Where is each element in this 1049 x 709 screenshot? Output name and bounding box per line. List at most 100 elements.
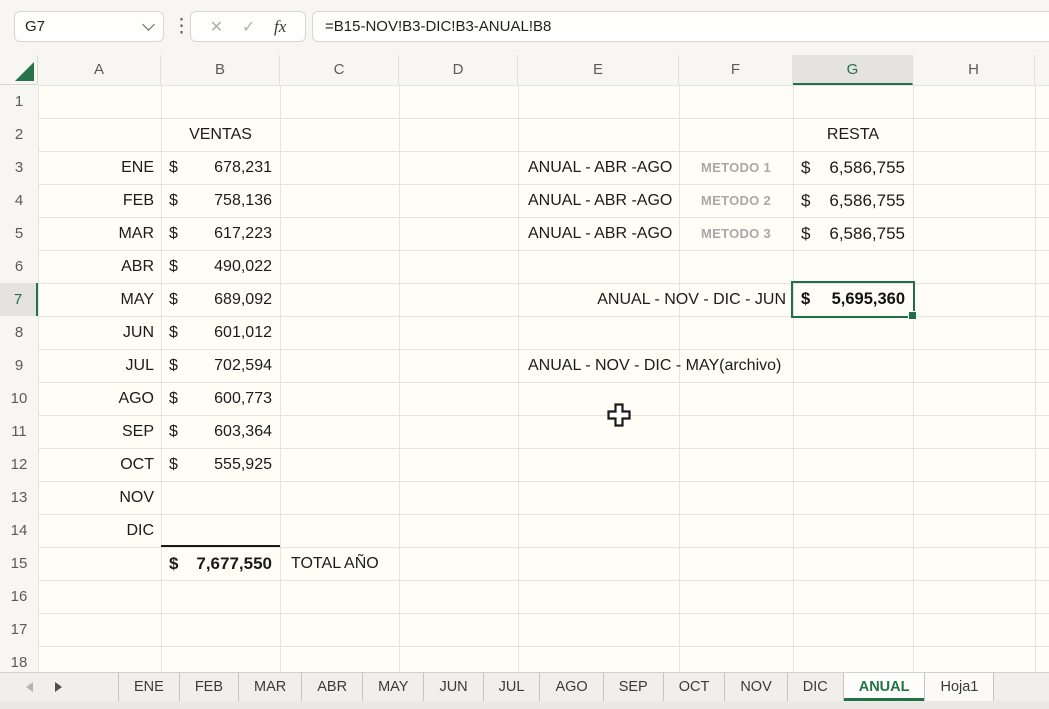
column-header-b[interactable]: B — [161, 55, 280, 85]
column-header-a[interactable]: A — [38, 55, 161, 85]
cell-month-value[interactable]: $600,773 — [161, 382, 280, 415]
row-header-1[interactable]: 1 — [0, 85, 38, 118]
cell-method-label[interactable]: METODO 1 — [679, 151, 793, 184]
row-header-13[interactable]: 13 — [0, 481, 38, 514]
cell-method-value[interactable]: $6,586,755 — [793, 184, 913, 217]
cell-method-value[interactable]: $6,586,755 — [793, 151, 913, 184]
sheet-tab-may[interactable]: MAY — [363, 673, 424, 701]
column-header-d[interactable]: D — [399, 55, 518, 85]
cell-month-label[interactable]: ABR — [38, 250, 161, 283]
cell-month-label[interactable]: MAR — [38, 217, 161, 250]
cell-month-value[interactable]: $603,364 — [161, 415, 280, 448]
currency-symbol: $ — [169, 349, 178, 382]
cell-method-value[interactable]: $6,586,755 — [793, 217, 913, 250]
tab-scroll-left-icon[interactable] — [26, 682, 33, 692]
cell-month-label[interactable]: FEB — [38, 184, 161, 217]
row-header-8[interactable]: 8 — [0, 316, 38, 349]
cancel-icon[interactable]: ✕ — [210, 17, 223, 37]
row-header-4[interactable]: 4 — [0, 184, 38, 217]
grip-dots-icon[interactable]: ⋮ — [172, 14, 191, 40]
sheet-tab-jul[interactable]: JUL — [484, 673, 541, 701]
cell-month-value[interactable]: $689,092 — [161, 283, 280, 316]
cell-month-value[interactable]: $678,231 — [161, 151, 280, 184]
sheet-tab-ene[interactable]: ENE — [118, 673, 180, 701]
row-header-5[interactable]: 5 — [0, 217, 38, 250]
sheet-tab-feb[interactable]: FEB — [180, 673, 239, 701]
cell-month-label[interactable]: ENE — [38, 151, 161, 184]
row-header-18[interactable]: 18 — [0, 646, 38, 672]
row-header-6[interactable]: 6 — [0, 250, 38, 283]
row-header-2[interactable]: 2 — [0, 118, 38, 151]
insert-function-icon[interactable]: fx — [274, 17, 286, 37]
month-value: 617,223 — [214, 217, 272, 250]
cell-month-label[interactable]: SEP — [38, 415, 161, 448]
formula-bar[interactable]: =B15-NOV!B3-DIC!B3-ANUAL!B8 — [312, 11, 1049, 42]
row-header-3[interactable]: 3 — [0, 151, 38, 184]
cell-method-expression[interactable]: ANUAL - ABR -AGO — [523, 217, 693, 250]
cell-resta-header[interactable]: RESTA — [793, 118, 913, 151]
cell-month-value[interactable]: $490,022 — [161, 250, 280, 283]
cell-method-label[interactable]: METODO 3 — [679, 217, 793, 250]
cell-total-label[interactable]: TOTAL AÑO — [286, 547, 456, 580]
cell-month-label[interactable]: OCT — [38, 448, 161, 481]
cell-month-value[interactable]: $601,012 — [161, 316, 280, 349]
cell-month-value[interactable]: $555,925 — [161, 448, 280, 481]
cell-selected-calc-expression[interactable]: ANUAL - NOV - DIC - JUN — [450, 283, 790, 316]
cell-month-value[interactable]: $758,136 — [161, 184, 280, 217]
sheet-tab-label: MAR — [254, 679, 286, 695]
row-header-7[interactable]: 7 — [0, 283, 38, 316]
cell-month-value[interactable]: $702,594 — [161, 349, 280, 382]
cell-month-label[interactable]: MAY — [38, 283, 161, 316]
sheet-tab-label: JUN — [439, 679, 467, 695]
column-header-g[interactable]: G — [793, 55, 913, 85]
tab-scroll-right-icon[interactable] — [55, 682, 62, 692]
cell-method-expression[interactable]: ANUAL - ABR -AGO — [523, 184, 693, 217]
sheet-tab-ago[interactable]: AGO — [540, 673, 603, 701]
cell-month-label[interactable]: AGO — [38, 382, 161, 415]
enter-icon[interactable]: ✓ — [242, 17, 255, 37]
month-label: MAY — [121, 291, 154, 308]
cell-total-value[interactable]: $ 7,677,550 — [161, 547, 280, 580]
row-header-12[interactable]: 12 — [0, 448, 38, 481]
month-label: JUL — [126, 357, 154, 374]
cell-month-label[interactable]: NOV — [38, 481, 161, 514]
row-header-15[interactable]: 15 — [0, 547, 38, 580]
column-header-h[interactable]: H — [913, 55, 1035, 85]
sheet-tab-abr[interactable]: ABR — [302, 673, 363, 701]
selected-cell-g7[interactable]: $ 5,695,360 — [791, 281, 915, 318]
select-all-corner[interactable] — [0, 55, 38, 85]
cell-method-expression[interactable]: ANUAL - ABR -AGO — [523, 151, 693, 184]
row-header-14[interactable]: 14 — [0, 514, 38, 547]
cell-method-label[interactable]: METODO 2 — [679, 184, 793, 217]
cell-month-label[interactable]: JUN — [38, 316, 161, 349]
cell-month-value[interactable] — [161, 514, 280, 547]
sheet-tab-anual[interactable]: ANUAL — [844, 673, 926, 701]
row-header-11[interactable]: 11 — [0, 415, 38, 448]
cell-month-label[interactable]: DIC — [38, 514, 161, 547]
cell-month-value[interactable]: $617,223 — [161, 217, 280, 250]
gridline-vertical — [280, 85, 281, 672]
cell-ventas-header[interactable]: VENTAS — [161, 118, 280, 151]
sheet-tab-dic[interactable]: DIC — [788, 673, 844, 701]
row-header-10[interactable]: 10 — [0, 382, 38, 415]
spreadsheet-grid[interactable]: ABCDEFGH 123456789101112131415161718 ENE… — [0, 55, 1049, 672]
sheet-tab-hoja1[interactable]: Hoja1 — [925, 673, 994, 701]
sheet-tab-sep[interactable]: SEP — [604, 673, 664, 701]
sheet-tab-nov[interactable]: NOV — [725, 673, 787, 701]
row-header-16[interactable]: 16 — [0, 580, 38, 613]
sheet-tab-jun[interactable]: JUN — [424, 673, 483, 701]
fill-handle[interactable] — [908, 311, 917, 320]
cell-month-value[interactable] — [161, 481, 280, 514]
cell-pending-calc-expression[interactable]: ANUAL - NOV - DIC - MAY(archivo) — [523, 349, 843, 382]
chevron-down-icon[interactable] — [142, 18, 155, 31]
column-header-f[interactable]: F — [679, 55, 793, 85]
row-header-17[interactable]: 17 — [0, 613, 38, 646]
sheet-tab-oct[interactable]: OCT — [664, 673, 726, 701]
row-header-9[interactable]: 9 — [0, 349, 38, 382]
column-header-c[interactable]: C — [280, 55, 399, 85]
cell-month-label[interactable]: JUL — [38, 349, 161, 382]
sheet-tab-mar[interactable]: MAR — [239, 673, 302, 701]
sheet-tab-label: DIC — [803, 679, 828, 695]
name-box[interactable]: G7 — [14, 11, 164, 42]
column-header-e[interactable]: E — [518, 55, 679, 85]
